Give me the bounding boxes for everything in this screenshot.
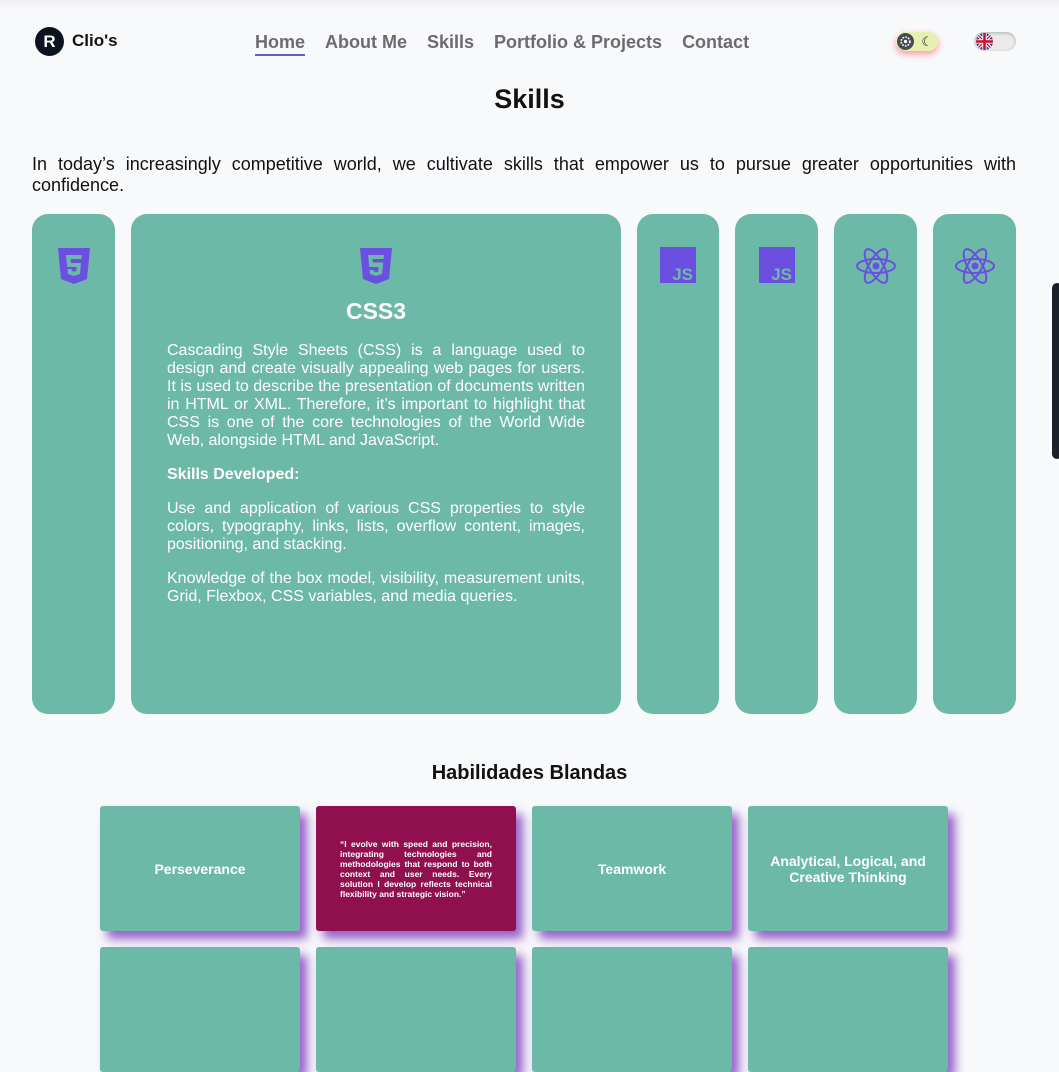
- react-icon: [855, 247, 897, 290]
- language-toggle[interactable]: [974, 32, 1016, 51]
- javascript-icon: JS: [758, 247, 795, 288]
- theme-toggle[interactable]: ☾: [896, 32, 938, 51]
- skill-card-title: CSS3: [345, 298, 407, 324]
- soft-skill-thinking[interactable]: Analytical, Logical, and Creative Thinki…: [748, 806, 948, 931]
- nav-home[interactable]: Home: [255, 32, 306, 56]
- moon-icon: ☾: [921, 34, 933, 49]
- react-icon: [954, 247, 996, 290]
- svg-text:JS: JS: [672, 265, 693, 283]
- nav-contact[interactable]: Contact: [682, 32, 749, 56]
- skill-card-javascript[interactable]: JS: [735, 214, 818, 714]
- html5-icon: [57, 247, 91, 290]
- soft-skill-tile[interactable]: [100, 947, 300, 1072]
- skills-developed-heading: Skills Developed:: [167, 466, 300, 483]
- nav-skills[interactable]: Skills: [427, 32, 474, 56]
- skill-card-body: Cascading Style Sheets (CSS) is a langua…: [167, 342, 585, 622]
- svg-text:JS: JS: [771, 265, 792, 283]
- soft-skill-tile[interactable]: [532, 947, 732, 1072]
- nav-about-me[interactable]: About Me: [325, 32, 407, 56]
- skills-intro: In today’s increasingly competitive worl…: [32, 154, 1016, 195]
- logo-badge: R: [35, 27, 64, 56]
- skill-card-react[interactable]: [933, 214, 1016, 714]
- logo-text: Clio's: [72, 30, 118, 50]
- skill-card-react[interactable]: [834, 214, 917, 714]
- javascript-icon: JS: [660, 247, 696, 288]
- uk-flag-icon: [976, 33, 993, 50]
- skills-title: Skills: [494, 84, 565, 114]
- soft-skill-quote[interactable]: “I evolve with speed and precision, inte…: [316, 806, 516, 931]
- skill-point: Use and application of various CSS prope…: [167, 500, 585, 553]
- gear-icon: [897, 33, 914, 50]
- skill-card-html5[interactable]: [32, 214, 115, 714]
- skill-description: Cascading Style Sheets (CSS) is a langua…: [167, 342, 586, 449]
- soft-skill-tile[interactable]: [748, 947, 948, 1072]
- skill-card-css3[interactable]: CSS3 Cascading Style Sheets (CSS) is a l…: [131, 214, 621, 714]
- soft-skills-title: Habilidades Blandas: [431, 762, 628, 784]
- top-shade: [0, 0, 1059, 8]
- soft-skill-perseverance[interactable]: Perseverance: [100, 806, 300, 931]
- css3-icon: [359, 247, 393, 290]
- soft-skill-tile[interactable]: [316, 947, 516, 1072]
- logo[interactable]: R Clio's: [35, 27, 118, 56]
- side-scroll-handle[interactable]: [1052, 283, 1059, 459]
- soft-skill-teamwork[interactable]: Teamwork: [532, 806, 732, 931]
- main-nav: Home About Me Skills Portfolio & Project…: [255, 32, 749, 56]
- skill-card-javascript[interactable]: JS: [637, 214, 719, 714]
- skill-point: Knowledge of the box model, visibility, …: [167, 570, 585, 605]
- nav-portfolio-projects[interactable]: Portfolio & Projects: [494, 32, 662, 56]
